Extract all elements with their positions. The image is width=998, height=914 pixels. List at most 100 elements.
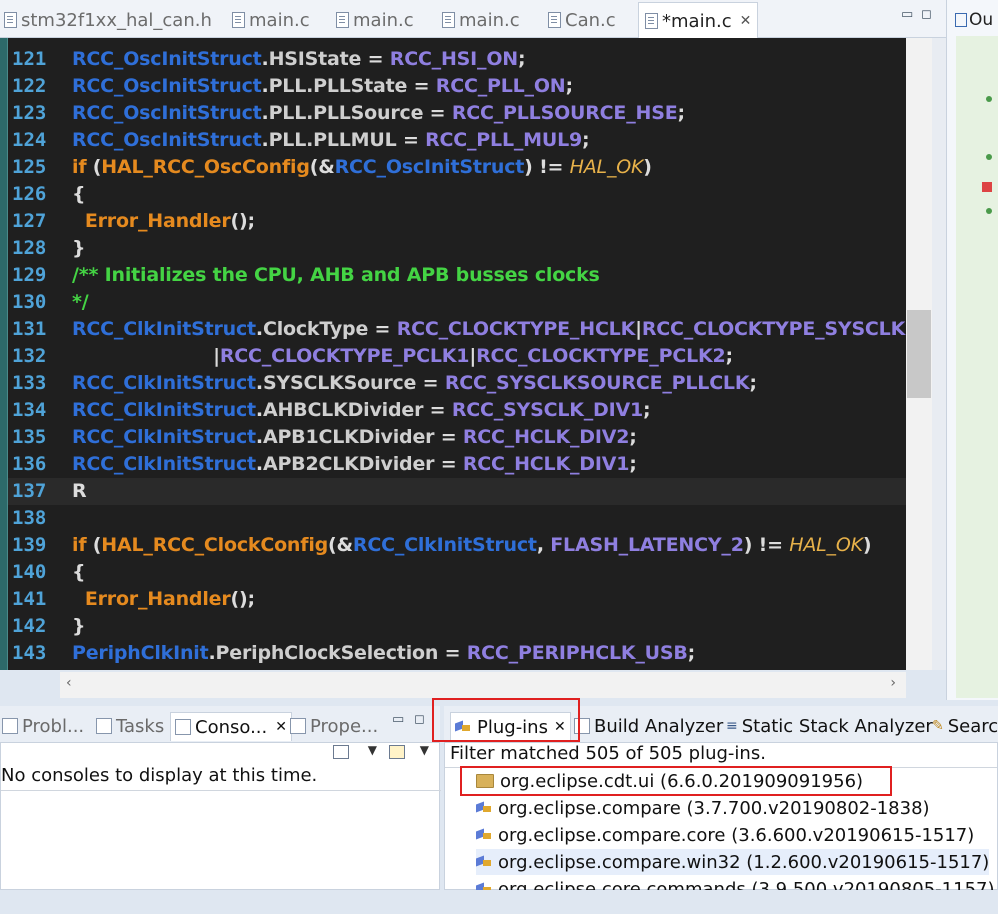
c-file-icon <box>548 12 561 28</box>
line-number: 131 <box>12 318 47 340</box>
console-message: No consoles to display at this time. <box>1 765 318 786</box>
plugin-list-item[interactable]: org.eclipse.compare.core (3.6.600.v20190… <box>476 822 974 848</box>
code-line[interactable]: 133 RCC_ClkInitStruct.SYSCLKSource = RCC_… <box>0 370 906 397</box>
editor-tab-main-c-active[interactable]: *main.c ✕ <box>638 2 759 39</box>
code-line[interactable]: 143 PeriphClkInit.PeriphClockSelection = … <box>0 640 906 667</box>
close-icon[interactable]: ✕ <box>275 719 287 735</box>
tab-build-analyzer[interactable]: Build Analyzer <box>574 712 723 740</box>
code-line[interactable]: 121 RCC_OscInitStruct.HSIState = RCC_HSI_… <box>0 46 906 73</box>
editor-tab-label: main.c <box>353 9 414 31</box>
error-marker-icon <box>982 182 992 192</box>
outline-tab-label: Ou <box>969 10 994 30</box>
outline-item-icon[interactable] <box>986 208 992 214</box>
tab-static-stack-analyzer[interactable]: ≡ Static Stack Analyzer <box>726 712 933 740</box>
code-text: RCC_OscInitStruct.PLL.PLLState = RCC_PLL… <box>72 75 573 97</box>
code-line[interactable]: 141 Error_Handler(); <box>0 586 906 613</box>
outline-content <box>956 36 998 698</box>
code-line[interactable]: 132 |RCC_CLOCKTYPE_PCLK1|RCC_CLOCKTYPE_P… <box>0 343 906 370</box>
plugin-name: org.eclipse.compare.win32 (1.2.600.v2019… <box>498 851 990 873</box>
code-line[interactable]: 131 RCC_ClkInitStruct.ClockType = RCC_CLO… <box>0 316 906 343</box>
line-number: 136 <box>12 453 47 475</box>
maximize-icon[interactable]: ◻ <box>921 8 933 21</box>
code-line[interactable]: 129 /** Initializes the CPU, AHB and APB … <box>0 262 906 289</box>
editor-tab-main-c-3[interactable]: main.c <box>442 4 520 36</box>
c-file-icon <box>232 12 245 28</box>
code-line[interactable]: 122 RCC_OscInitStruct.PLL.PLLState = RCC_… <box>0 73 906 100</box>
editor-tab-main-c-2[interactable]: main.c <box>336 4 414 36</box>
code-line[interactable]: 126 { <box>0 181 906 208</box>
open-console-icon[interactable] <box>389 745 405 759</box>
code-line[interactable]: 125 if (HAL_RCC_OscConfig(&RCC_OscInitStr… <box>0 154 906 181</box>
minimize-icon[interactable]: ▭ <box>392 713 404 726</box>
tab-label: Tasks <box>116 715 165 737</box>
scroll-right-icon[interactable]: › <box>890 675 896 691</box>
scroll-left-icon[interactable]: ‹ <box>66 675 72 691</box>
code-line[interactable]: 135 RCC_ClkInitStruct.APB1CLKDivider = RC… <box>0 424 906 451</box>
line-number: 140 <box>12 561 47 583</box>
editor-tab-label: stm32f1xx_hal_can.h <box>21 9 212 31</box>
code-line[interactable]: 128} <box>0 235 906 262</box>
line-number: 137 <box>12 480 47 502</box>
code-line[interactable]: 130 */ <box>0 289 906 316</box>
editor-overview-column <box>932 38 946 670</box>
code-text: RCC_OscInitStruct.PLL.PLLMUL = RCC_PLL_M… <box>72 129 590 151</box>
code-text: if (HAL_RCC_OscConfig(&RCC_OscInitStruct… <box>72 156 652 178</box>
code-line[interactable]: 138 <box>0 505 906 532</box>
line-number: 139 <box>12 534 47 556</box>
console-view: ▼ ▼ No consoles to display at this time. <box>0 742 441 890</box>
line-number: 125 <box>12 156 47 178</box>
chevron-down-icon[interactable]: ▼ <box>420 743 429 757</box>
code-line[interactable]: 124 RCC_OscInitStruct.PLL.PLLMUL = RCC_PL… <box>0 127 906 154</box>
editor-tab-main-c-1[interactable]: main.c <box>232 4 310 36</box>
editor-scroll-thumb[interactable] <box>907 310 931 398</box>
tab-outline[interactable]: Ou <box>955 10 993 30</box>
tab-problems[interactable]: Probl... <box>2 712 84 740</box>
chevron-down-icon[interactable]: ▼ <box>368 743 377 757</box>
code-line[interactable]: 137 R <box>0 478 906 505</box>
close-icon[interactable]: ✕ <box>740 13 752 29</box>
editor-tab-stm32f1xx-hal-can-h[interactable]: stm32f1xx_hal_can.h <box>4 4 212 36</box>
line-number: 121 <box>12 48 47 70</box>
plugin-name: org.eclipse.compare (3.7.700.v20190802-1… <box>498 797 930 819</box>
filter-status: Filter matched 505 of 505 plug-ins. <box>450 743 766 764</box>
plugin-list-item[interactable]: org.eclipse.compare.win32 (1.2.600.v2019… <box>476 849 990 875</box>
maximize-icon[interactable]: ◻ <box>414 713 426 726</box>
line-number: 127 <box>12 210 47 232</box>
outline-item-icon[interactable] <box>986 96 992 102</box>
line-number: 141 <box>12 588 47 610</box>
editor-tab-label: Can.c <box>565 9 616 31</box>
line-number: 133 <box>12 372 47 394</box>
code-line[interactable]: 142} <box>0 613 906 640</box>
tab-properties[interactable]: Prope... <box>290 712 378 740</box>
line-number: 143 <box>12 642 47 664</box>
line-number: 138 <box>12 507 47 529</box>
tab-search[interactable]: ✎ Searc <box>932 712 998 740</box>
code-line[interactable]: 123 RCC_OscInitStruct.PLL.PLLSource = RCC… <box>0 100 906 127</box>
code-text: R <box>72 480 87 502</box>
display-console-icon[interactable] <box>333 745 349 759</box>
code-line[interactable]: 127 Error_Handler(); <box>0 208 906 235</box>
code-text: { <box>72 183 86 205</box>
code-line[interactable]: 139 if (HAL_RCC_ClockConfig(&RCC_ClkInitS… <box>0 532 906 559</box>
plugin-icon <box>476 828 492 842</box>
outline-item-icon[interactable] <box>986 154 992 160</box>
minimize-icon[interactable]: ▭ <box>901 8 913 21</box>
code-editor[interactable]: 121 RCC_OscInitStruct.HSIState = RCC_HSI_… <box>0 38 946 670</box>
editor-tab-can-c[interactable]: Can.c <box>548 4 616 36</box>
h-file-icon <box>4 12 17 28</box>
plugin-list-item[interactable]: org.eclipse.compare (3.7.700.v20190802-1… <box>476 795 930 821</box>
code-line[interactable]: 134 RCC_ClkInitStruct.AHBCLKDivider = RCC… <box>0 397 906 424</box>
code-text: RCC_OscInitStruct.PLL.PLLSource = RCC_PL… <box>72 102 685 124</box>
tab-label: Build Analyzer <box>594 715 724 737</box>
tab-console[interactable]: Conso... ✕ <box>170 712 292 741</box>
code-text: } <box>72 237 86 259</box>
line-number: 123 <box>12 102 47 124</box>
code-line[interactable]: 140 { <box>0 559 906 586</box>
editor-tab-label: *main.c <box>662 10 732 32</box>
cdt-ui-highlight <box>460 766 892 796</box>
editor-horizontal-scrollbar[interactable]: ‹ › <box>60 672 906 698</box>
tab-tasks[interactable]: Tasks <box>96 712 164 740</box>
line-number: 130 <box>12 291 47 313</box>
tab-label: Prope... <box>310 715 379 737</box>
code-line[interactable]: 136 RCC_ClkInitStruct.APB2CLKDivider = RC… <box>0 451 906 478</box>
